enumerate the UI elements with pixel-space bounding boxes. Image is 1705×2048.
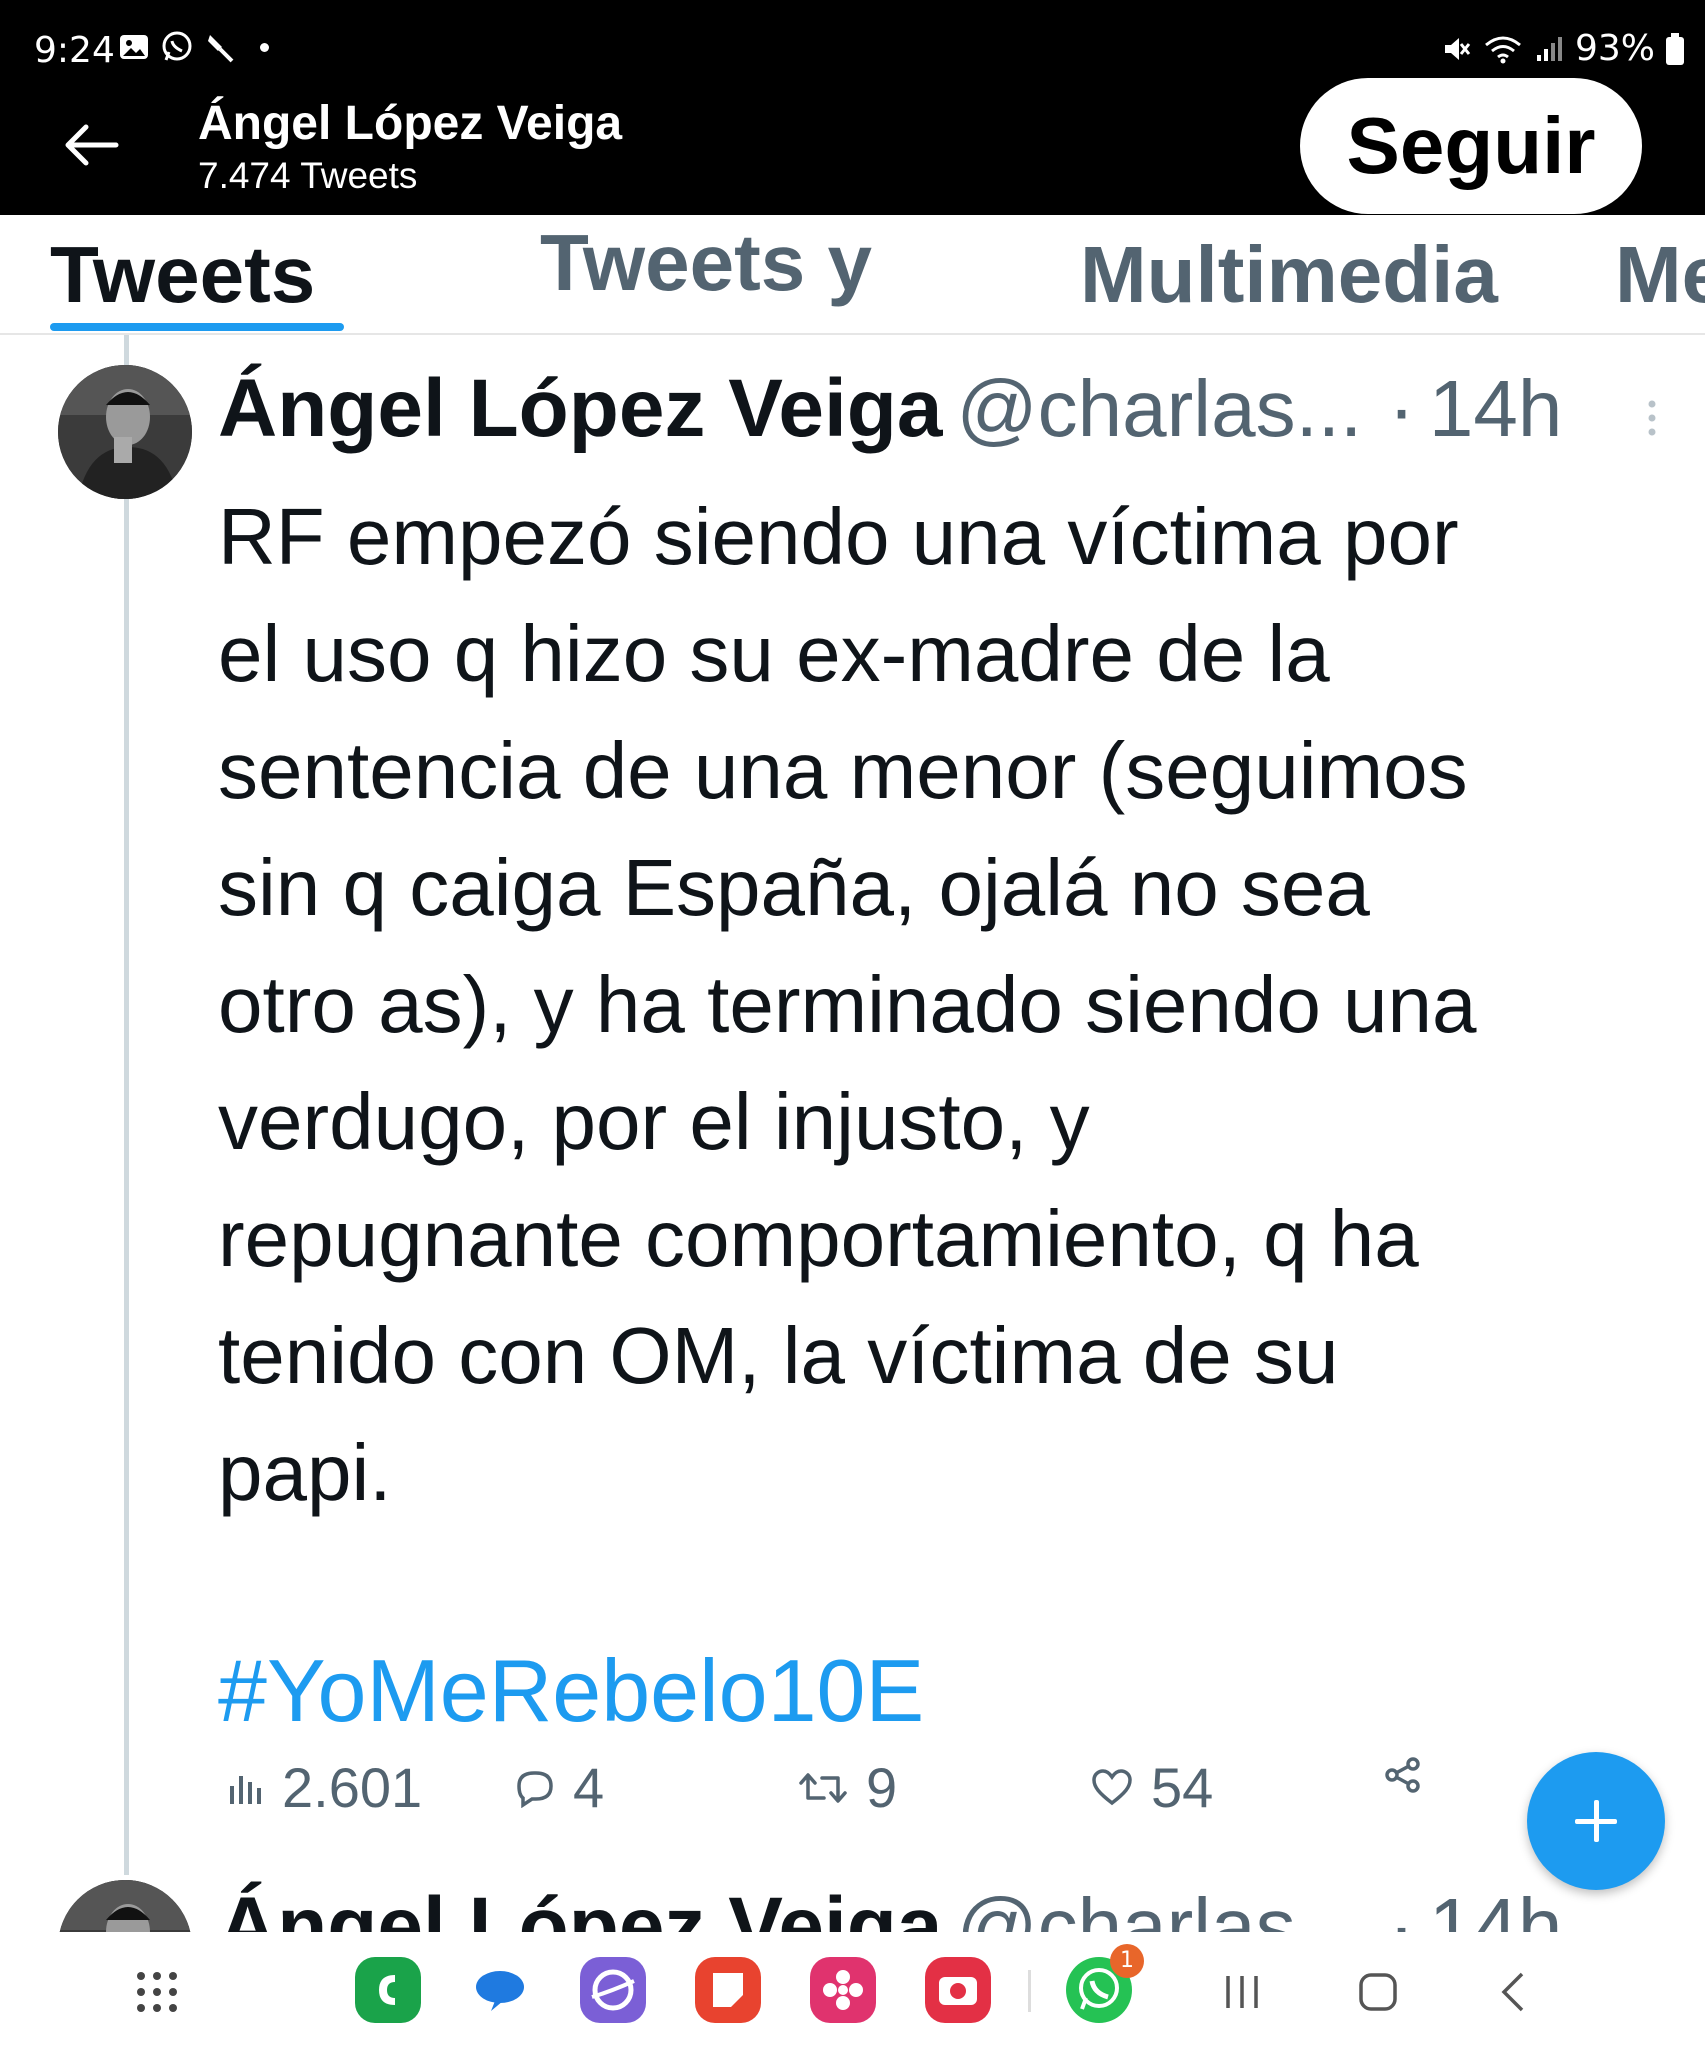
like-count: 54 — [1151, 1756, 1214, 1819]
tweet-text-line: el uso q hizo su ex-madre de la — [218, 609, 1330, 698]
tweet-text-line: verdugo, por el injusto, y — [218, 1077, 1090, 1166]
reply-icon — [517, 1770, 553, 1808]
battery-percent: 93% — [1574, 28, 1655, 69]
tweet-text-line: tenido con OM, la víctima de su — [218, 1311, 1339, 1400]
retweet-icon — [799, 1772, 847, 1803]
dock-divider — [1028, 1970, 1031, 2012]
gallery-app-icon[interactable] — [810, 1957, 876, 2023]
avatar[interactable] — [58, 1880, 192, 1932]
hashtag-link[interactable]: #YoMeRebelo10E — [218, 1640, 924, 1742]
status-time: 9:24 — [34, 30, 115, 71]
heart-icon — [1092, 1768, 1132, 1805]
gallery-icon — [120, 35, 148, 59]
tweet-text-line: otro as), y ha terminado siendo una — [218, 960, 1477, 1049]
views-icon — [230, 1775, 261, 1804]
tab-tweets-replies[interactable]: Tweets y — [540, 217, 872, 309]
active-tab-indicator — [50, 323, 344, 331]
recent-apps-icon[interactable] — [1222, 1972, 1262, 2012]
tweet-count: 7.474 Tweets — [198, 155, 418, 196]
tweet-text-line: sin q caiga España, ojalá no sea — [218, 843, 1370, 932]
tweet-timestamp[interactable]: 14h — [1429, 1881, 1562, 1932]
tweet-text-line: sentencia de una menor (seguimos — [218, 726, 1468, 815]
avatar-photo — [58, 1880, 192, 1932]
compose-tweet-button[interactable] — [1527, 1752, 1665, 1890]
tweet-text-line: papi. — [218, 1428, 392, 1517]
tweet-header: Ángel López Veiga @charlas... · 14h — [218, 362, 1562, 462]
views-button[interactable]: 2.601 — [228, 1755, 422, 1820]
notification-badge: 1 — [1110, 1944, 1144, 1978]
browser-app-icon[interactable] — [580, 1957, 646, 2023]
phone-app-icon[interactable] — [355, 1957, 421, 2023]
home-icon[interactable] — [1356, 1970, 1400, 2014]
retweet-button[interactable]: 9 — [798, 1755, 897, 1820]
thread-line — [124, 335, 129, 1875]
tweet-header: Ángel López Veiga @charlas... · 14h — [218, 1880, 1562, 1932]
top-bar: 9:24 93% Ángel López Veiga 7.474 Tweets … — [0, 0, 1705, 215]
separator-dot: · — [1388, 364, 1415, 453]
app-drawer-icon[interactable] — [135, 1970, 179, 2014]
tab-tweets[interactable]: Tweets — [50, 229, 315, 321]
notes-app-icon[interactable] — [695, 1957, 761, 2023]
reply-count: 4 — [573, 1756, 605, 1819]
whatsapp-icon — [162, 31, 192, 61]
system-back-icon[interactable] — [1498, 1970, 1528, 2014]
status-notification-icons — [118, 30, 269, 64]
profile-tabs: Tweets Tweets y Multimedia Me — [0, 215, 1705, 335]
signal-icon — [1536, 36, 1562, 61]
avatar[interactable] — [58, 365, 192, 499]
follow-button[interactable]: Seguir — [1300, 78, 1642, 214]
reply-button[interactable]: 4 — [513, 1755, 604, 1820]
profile-name: Ángel López Veiga — [198, 97, 623, 150]
mute-icon — [1444, 37, 1471, 60]
tab-media[interactable]: Multimedia — [1080, 229, 1498, 321]
tweet-text-line: RF empezó siendo una víctima por — [218, 492, 1459, 581]
tweet-text: RF empezó siendo una víctima por el uso … — [218, 478, 1658, 1531]
tweet-author-handle[interactable]: @charlas... — [956, 1881, 1362, 1932]
tweet-author-name[interactable]: Ángel López Veiga — [218, 362, 942, 456]
retweet-count: 9 — [866, 1756, 898, 1819]
tweet-author-handle[interactable]: @charlas... — [956, 363, 1362, 455]
tweet-actions: 2.601 4 9 54 — [218, 1755, 1420, 1835]
camera-app-icon[interactable] — [925, 1957, 991, 2023]
battery-icon — [1666, 32, 1684, 65]
tweet-author-name[interactable]: Ángel López Veiga — [218, 1880, 942, 1932]
views-count: 2.601 — [282, 1756, 423, 1819]
avatar-photo — [58, 365, 192, 499]
tweet-text-line: repugnante comportamiento, q ha — [218, 1194, 1419, 1283]
more-options-icon[interactable] — [1645, 398, 1659, 438]
status-right: 93% — [1441, 28, 1685, 69]
share-icon — [1385, 1757, 1420, 1793]
more-notifications-dot — [260, 42, 269, 52]
next-tweet[interactable]: Ángel López Veiga @charlas... · 14h — [0, 1880, 1705, 1932]
system-nav-bar: 1 — [0, 1932, 1705, 2048]
back-arrow-icon[interactable] — [62, 120, 122, 170]
messages-app-icon[interactable] — [467, 1957, 533, 2023]
tab-likes[interactable]: Me — [1615, 229, 1705, 321]
share-button[interactable] — [1383, 1755, 1423, 1795]
like-button[interactable]: 54 — [1091, 1755, 1213, 1820]
separator-dot: · — [1388, 1882, 1415, 1932]
wifi-icon — [1485, 36, 1521, 63]
tweet-timestamp[interactable]: 14h — [1429, 363, 1562, 455]
tools-icon — [208, 35, 234, 63]
